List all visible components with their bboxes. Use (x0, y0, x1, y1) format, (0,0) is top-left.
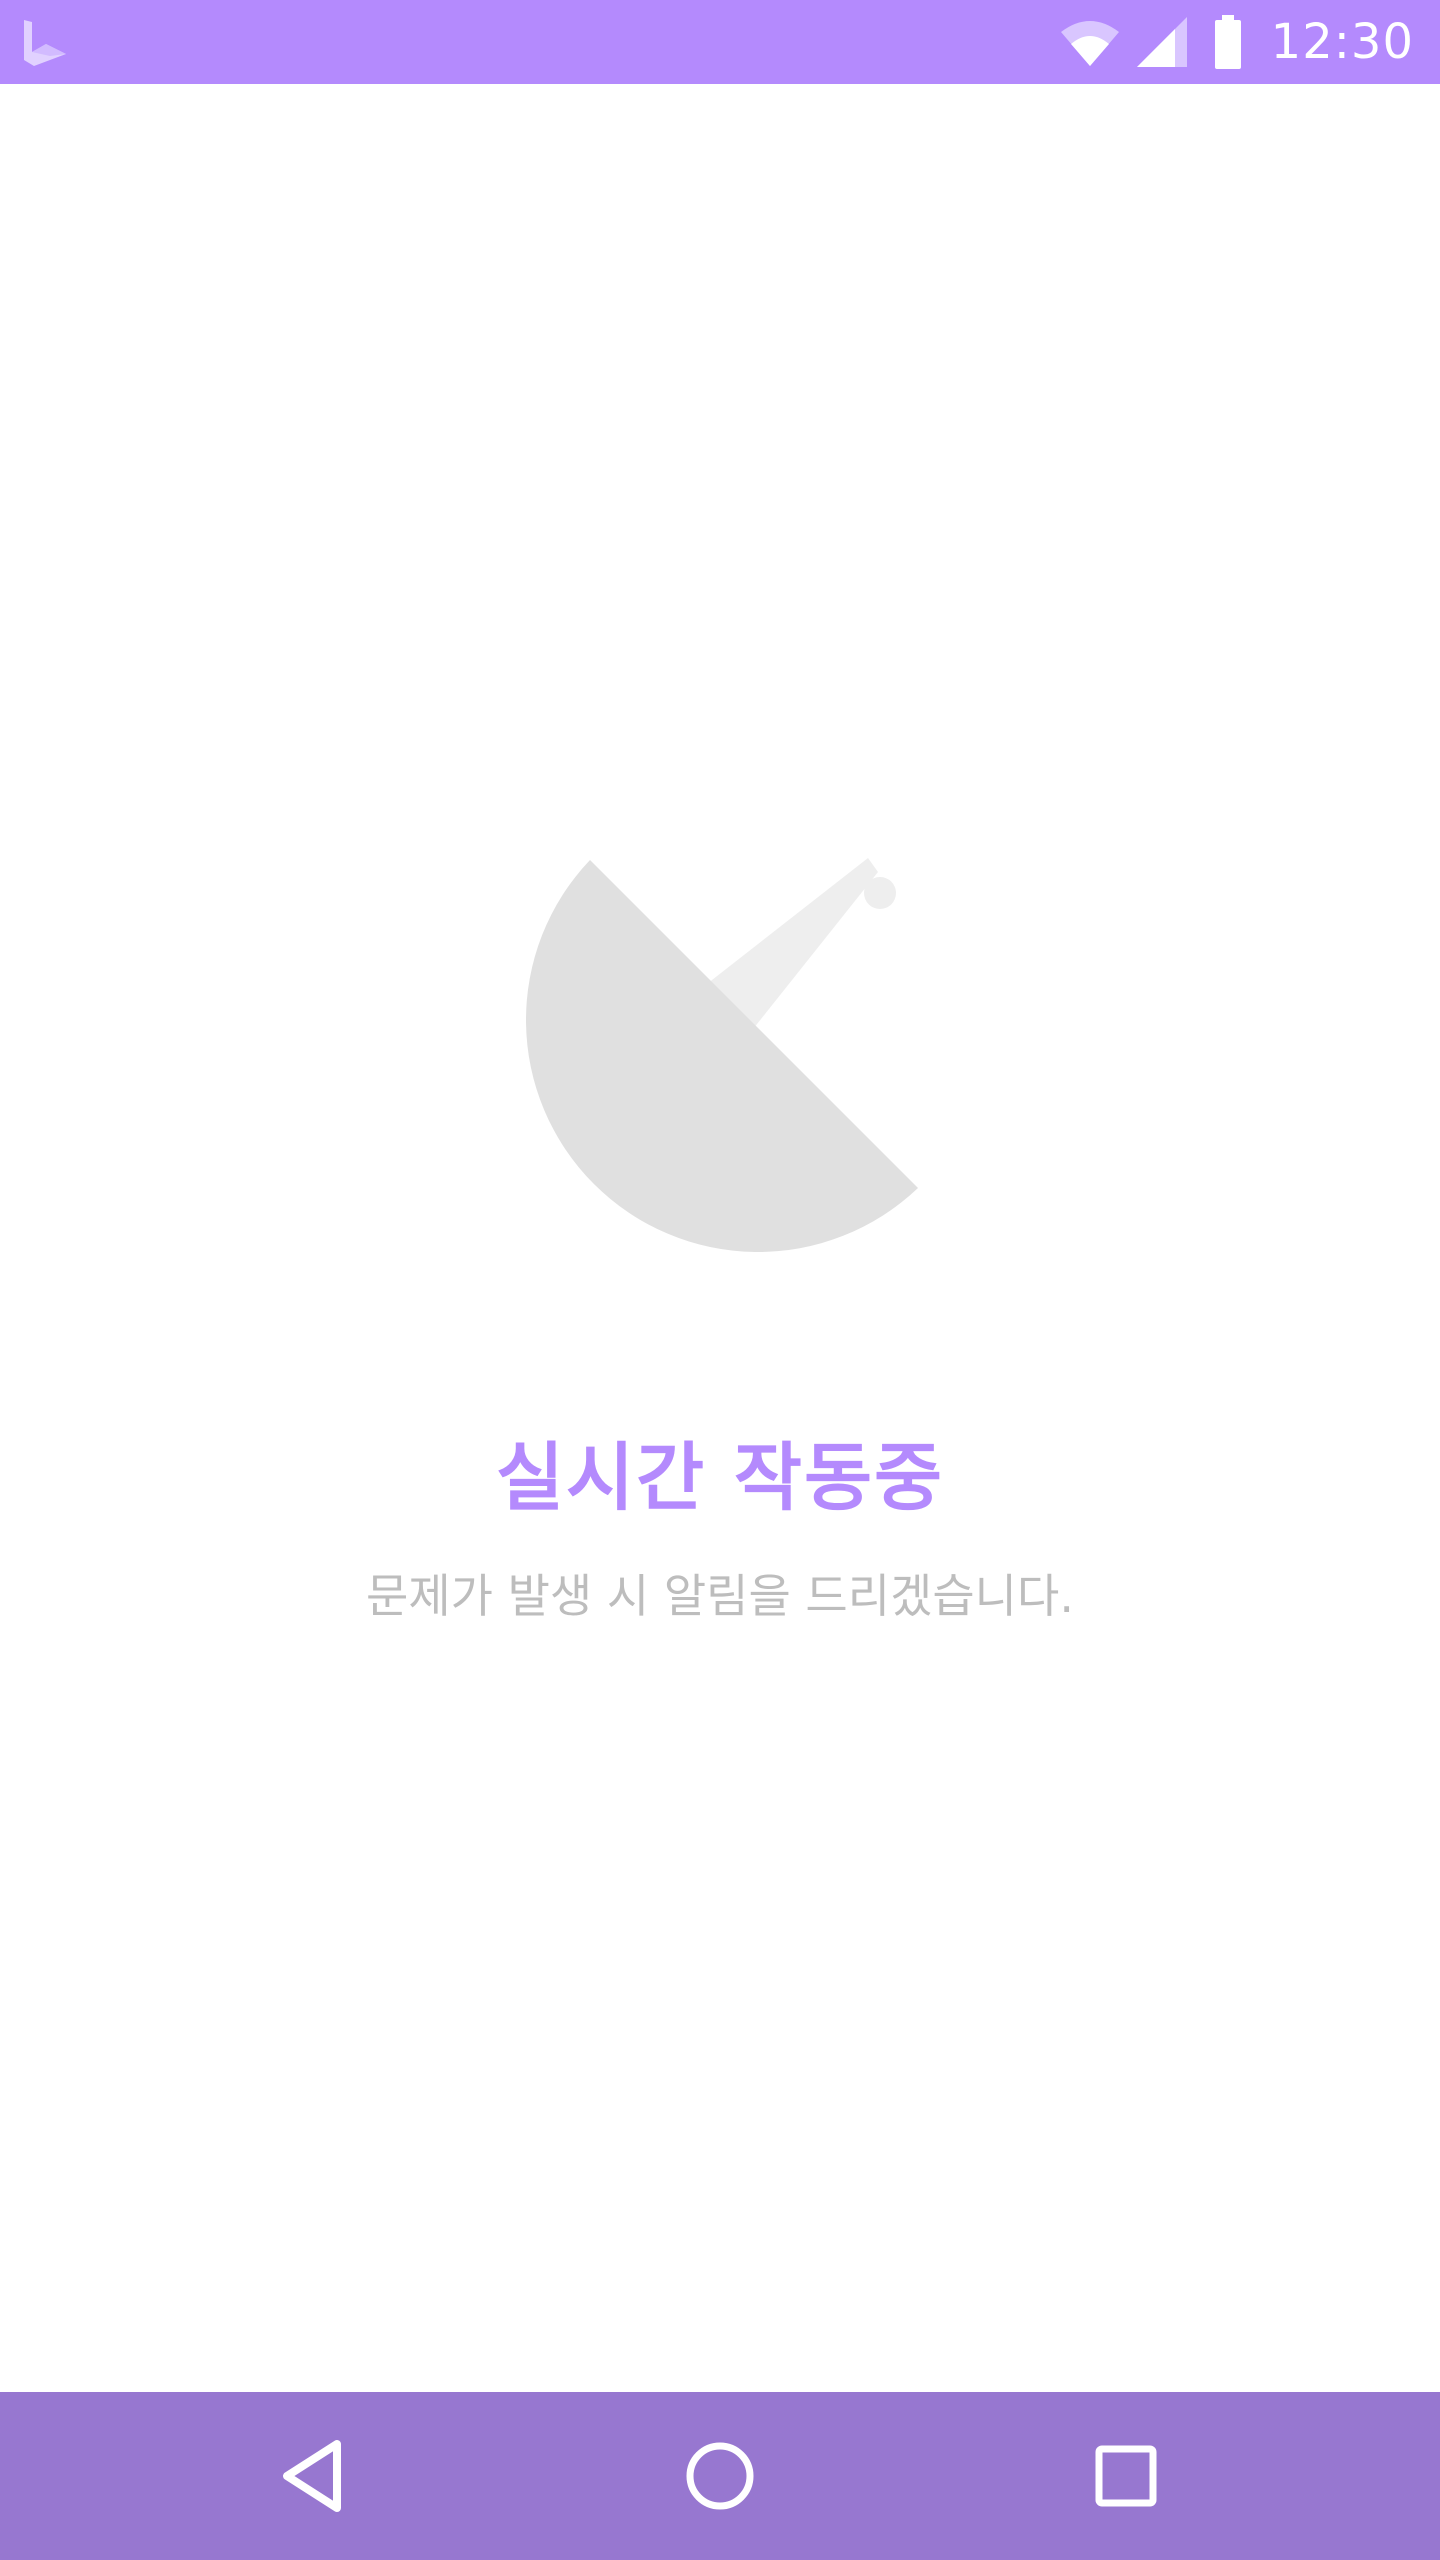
status-bar: 12:30 (0, 0, 1440, 84)
wifi-icon (1060, 21, 1119, 66)
navigation-bar (0, 2392, 1440, 2560)
status-clock: 12:30 (1270, 14, 1414, 70)
home-button[interactable] (670, 2426, 770, 2526)
battery-icon (1214, 15, 1241, 69)
back-button[interactable] (264, 2426, 364, 2526)
signal-icon (1136, 17, 1187, 67)
recents-icon (1095, 2445, 1157, 2507)
recents-button[interactable] (1076, 2426, 1176, 2526)
status-icons: 12:30 (1059, 0, 1414, 84)
back-icon (283, 2440, 341, 2512)
app-logo-icon (24, 20, 66, 66)
satellite-dish-icon (525, 858, 918, 1253)
status-message: 문제가 발생 시 알림을 드리겠습니다. (366, 1569, 1074, 1623)
app-screen: 12:30 실시간 작동중 문제가 발생 시 알림을 드리겠습니다. (0, 0, 1440, 2560)
status-title: 실시간 작동중 (495, 1435, 945, 1521)
home-icon (686, 2442, 754, 2510)
